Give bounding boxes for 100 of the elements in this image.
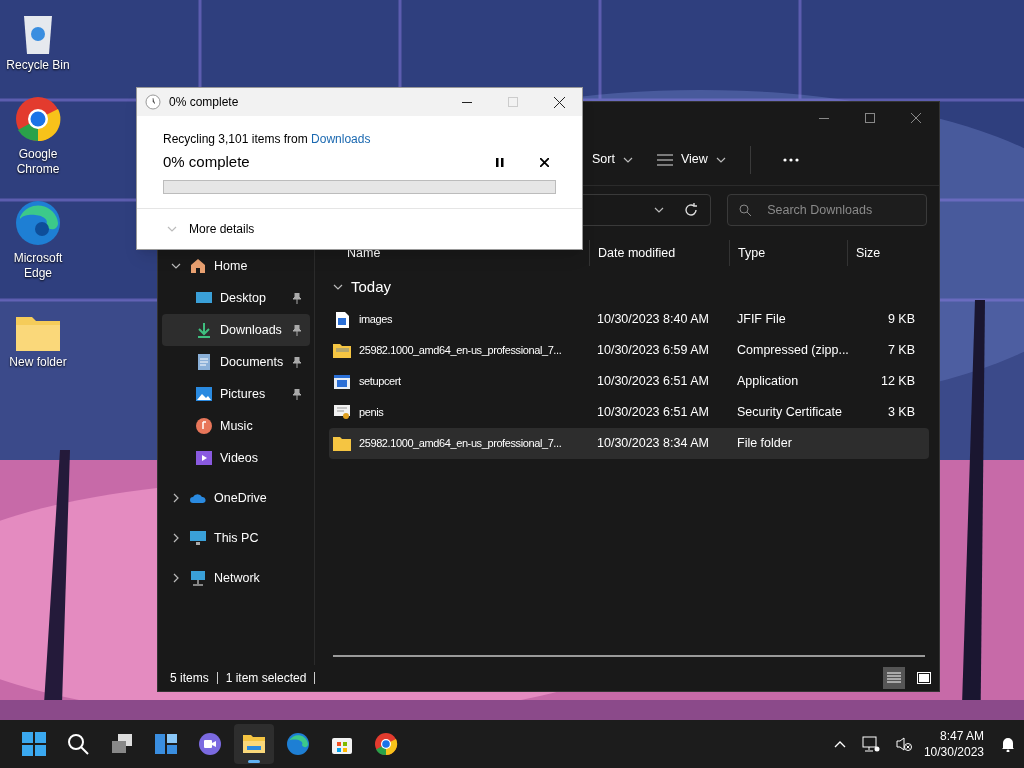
recycle-bin-icon (22, 14, 54, 54)
file-explorer-icon (242, 732, 266, 756)
chevron-icon (171, 533, 181, 543)
monitor-icon (190, 530, 206, 546)
document-icon (196, 354, 212, 370)
scrollbar[interactable] (333, 655, 925, 657)
chevron-up-icon (833, 740, 846, 748)
pictures-icon (196, 386, 212, 402)
close-icon (539, 157, 549, 167)
sidebar-item[interactable]: OneDrive (162, 482, 310, 514)
minimize-icon (462, 101, 472, 103)
more-details-button[interactable]: More details (137, 209, 582, 249)
search-icon (66, 732, 90, 756)
file-row[interactable]: 25982.1000_amd64_en-us_professional_7... 10/30/2023 6:59 AM Compressed (zipp... 7 KB (329, 335, 929, 366)
sidebar-item[interactable]: Music (162, 410, 310, 442)
search-icon (739, 204, 752, 216)
search-field[interactable]: Search Downloads (727, 194, 927, 226)
file-name: images (359, 312, 393, 328)
sidebar-item[interactable]: Network (162, 562, 310, 594)
size-cell-text: 7 KB (887, 342, 916, 360)
expand-toggle[interactable] (170, 261, 182, 271)
application-icon (334, 374, 350, 389)
taskbar-button[interactable] (234, 724, 274, 764)
file-row[interactable]: 25982.1000_amd64_en-us_professional_7... 10/30/2023 8:34 AM File folder (329, 428, 929, 459)
maximize-icon (508, 97, 518, 107)
video-icon (196, 450, 212, 466)
sidebar-item[interactable]: Home (162, 250, 310, 282)
clock-icon (145, 94, 161, 110)
file-row[interactable]: images 10/30/2023 8:40 AM JFIF File 9 KB (329, 304, 929, 335)
refresh-icon (684, 203, 699, 217)
home-icon (190, 258, 206, 274)
zip-folder-icon (333, 343, 351, 358)
pause-icon (496, 157, 504, 167)
sidebar-item[interactable]: Desktop (162, 282, 310, 314)
sidebar-label: Network (214, 569, 261, 587)
sidebar-label: OneDrive (214, 489, 268, 507)
file-name: penis (359, 405, 384, 421)
edge-icon (14, 199, 62, 247)
sidebar-item[interactable]: Pictures (162, 378, 310, 410)
progress-heading: 0% complete (163, 151, 251, 172)
file-row[interactable]: setupcert 10/30/2023 6:51 AM Application 12 KB (329, 366, 929, 397)
file-name: setupcert (359, 374, 401, 390)
notification-icon (1000, 736, 1016, 752)
clock-time[interactable]: 8:47 AM (939, 728, 984, 744)
sidebar-label: This PC (214, 529, 260, 547)
file-row[interactable]: penis 10/30/2023 6:51 AM Security Certificate 3 KB (329, 397, 929, 428)
date-cell-text: 10/30/2023 8:34 AM (596, 435, 710, 453)
details-view-button[interactable] (883, 667, 905, 689)
widgets-icon (154, 732, 178, 756)
folder-icon (16, 315, 60, 351)
chevron-icon (171, 493, 181, 503)
type-cell-text: Compressed (zipp... (736, 342, 847, 360)
close-icon (911, 113, 921, 123)
download-icon (196, 322, 212, 338)
type-cell-text: JFIF File (736, 311, 787, 329)
sidebar-item[interactable]: Documents (162, 346, 310, 378)
view-button[interactable]: View (656, 143, 726, 176)
sidebar-label: Pictures (220, 385, 267, 403)
desktop-icon-label[interactable]: Google Chrome (0, 147, 76, 177)
column-header[interactable]: Size (847, 240, 919, 266)
sort-button[interactable]: Sort (592, 143, 633, 176)
clock-date[interactable]: 10/30/2023 (923, 744, 984, 760)
maximize-icon (865, 113, 875, 123)
window-title: 0% complete (169, 94, 240, 111)
desktop-icon-label[interactable]: Microsoft Edge (0, 251, 76, 281)
type-cell-text: File folder (736, 435, 793, 453)
chevron-icon (654, 205, 665, 215)
sidebar-item[interactable]: This PC (162, 522, 310, 554)
chrome-icon (374, 732, 398, 756)
windows-start-icon (22, 732, 46, 756)
status-text: 5 items (170, 670, 209, 687)
sidebar-label: Documents (220, 353, 284, 371)
chevron-icon (333, 282, 343, 292)
chevron-icon (167, 224, 177, 234)
music-icon (196, 418, 212, 434)
type-cell-text: Application (736, 373, 800, 391)
date-cell-text: 10/30/2023 6:59 AM (596, 342, 710, 360)
sidebar-label: Downloads (220, 321, 283, 339)
desktop-icon-label[interactable]: New folder (9, 355, 67, 370)
date-cell-text: 10/30/2023 8:40 AM (596, 311, 710, 329)
sidebar-item[interactable]: Videos (162, 442, 310, 474)
certificate-icon (334, 405, 350, 420)
edge-icon (286, 732, 310, 756)
folder-icon (333, 436, 351, 451)
desktop-icon-label[interactable]: Recycle Bin (6, 58, 70, 73)
sidebar-label: Music (220, 417, 254, 435)
more-icon (782, 157, 799, 162)
lines-icon (656, 153, 673, 166)
status-message: Recycling 3,101 items from Downloads (163, 131, 372, 148)
size-cell-text: 12 KB (880, 373, 916, 391)
sidebar-item[interactable]: Downloads (162, 314, 310, 346)
column-header[interactable]: Type (729, 240, 847, 266)
close-icon (553, 96, 565, 108)
column-header[interactable]: Date modified (589, 240, 729, 266)
folder-link[interactable]: Downloads (311, 132, 371, 146)
size-cell-text: 3 KB (887, 404, 916, 422)
chevron-icon (171, 573, 181, 583)
group-header[interactable]: Today (351, 275, 392, 299)
date-cell-text: 10/30/2023 6:51 AM (596, 404, 710, 422)
tile-icon (917, 672, 931, 684)
